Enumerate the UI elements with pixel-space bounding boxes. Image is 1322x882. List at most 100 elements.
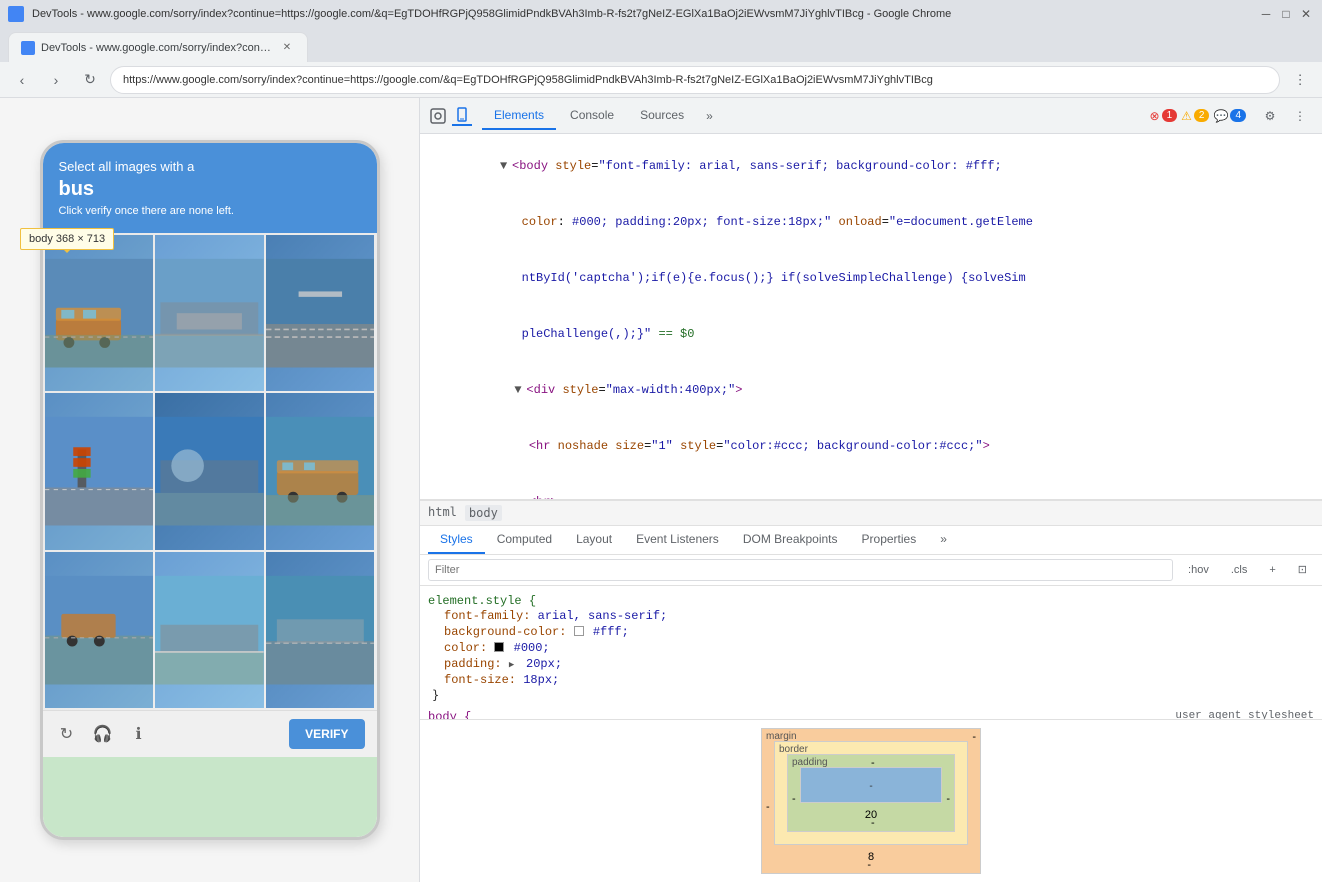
styles-layout-button[interactable]: ⊡: [1291, 560, 1314, 579]
close-button[interactable]: ✕: [1298, 6, 1314, 22]
tree-line-body-3: ntById('captcha');if(e){e.focus();} if(s…: [420, 250, 1322, 306]
tree-line-hr1[interactable]: <hr noshade size="1" style="color:#ccc; …: [420, 418, 1322, 474]
style-background-color[interactable]: background-color: #fff;: [428, 624, 1314, 640]
main-area: body 368 × 713 Select all images with a …: [0, 98, 1322, 882]
devtools-settings-button[interactable]: ⚙: [1256, 102, 1284, 130]
tree-line-body[interactable]: ▼ <body style="font-family: arial, sans-…: [420, 138, 1322, 194]
verify-button[interactable]: VERIFY: [289, 719, 364, 749]
style-font-family[interactable]: font-family: arial, sans-serif;: [428, 608, 1314, 624]
captcha-cell-2[interactable]: [155, 235, 264, 391]
html-tree[interactable]: ▼ <body style="font-family: arial, sans-…: [420, 134, 1322, 500]
bg-color-swatch[interactable]: [574, 626, 584, 636]
back-button[interactable]: ‹: [8, 66, 36, 94]
styles-tab-computed[interactable]: Computed: [485, 526, 564, 554]
error-icon: ⊗: [1150, 109, 1160, 123]
breadcrumb-bar: html body: [420, 500, 1322, 526]
styles-content: element.style { font-family: arial, sans…: [420, 586, 1322, 720]
minimize-button[interactable]: ─: [1258, 6, 1274, 22]
captcha-header: Select all images with a bus Click verif…: [43, 143, 377, 233]
tab-favicon: [21, 41, 35, 55]
info-badge-group: 💬 4: [1213, 109, 1246, 123]
padding-right-val: -: [946, 793, 950, 805]
body-style-selector: body { user agent stylesheet: [428, 710, 1314, 720]
info-icon: 💬: [1213, 109, 1228, 123]
color-swatch[interactable]: [494, 642, 504, 652]
styles-add-button[interactable]: +: [1262, 561, 1282, 579]
margin-center-value: 8: [770, 849, 972, 865]
styles-filter-input[interactable]: [428, 559, 1173, 581]
captcha-cell-7[interactable]: [45, 552, 154, 708]
tree-line-div1[interactable]: ▼ <div style="max-width:400px;">: [420, 362, 1322, 418]
devtools-menu-button[interactable]: ⋮: [1286, 102, 1314, 130]
captcha-cell-3[interactable]: [266, 235, 375, 391]
styles-tab-properties[interactable]: Properties: [850, 526, 929, 554]
captcha-description: Click verify once there are none left.: [59, 205, 361, 217]
tab-close-button[interactable]: ✕: [279, 40, 295, 56]
breadcrumb-html[interactable]: html: [428, 505, 457, 521]
styles-tab-styles[interactable]: Styles: [428, 526, 485, 554]
devtools-more-tabs[interactable]: »: [698, 103, 721, 129]
style-padding[interactable]: padding: ▶ 20px;: [428, 656, 1314, 672]
info-icon[interactable]: ℹ: [127, 722, 151, 746]
tab-console[interactable]: Console: [558, 102, 626, 130]
styles-tab-dom-breakpoints[interactable]: DOM Breakpoints: [731, 526, 850, 554]
captcha-bottom-area: [43, 757, 377, 837]
tab-sources[interactable]: Sources: [628, 102, 696, 130]
address-bar-row: ‹ › ↻ https://www.google.com/sorry/index…: [0, 62, 1322, 98]
title-bar-buttons: ─ □ ✕: [1258, 6, 1314, 22]
browser-window: DevTools - www.google.com/sorry/index?co…: [0, 0, 1322, 882]
tree-line-body-2: color: #000; padding:20px; font-size:18p…: [420, 194, 1322, 250]
tree-line-body-4[interactable]: pleChallenge(,);}"⁩ == $0: [420, 306, 1322, 362]
padding-expand[interactable]: ▶: [509, 660, 519, 670]
error-count: 1: [1162, 109, 1178, 122]
styles-tab-layout[interactable]: Layout: [564, 526, 624, 554]
browser-settings-button[interactable]: ⋮: [1286, 66, 1314, 94]
browser-favicon: [8, 6, 24, 22]
margin-bottom-val: -: [867, 859, 871, 871]
warn-badge-group: ⚠ 2: [1181, 109, 1209, 123]
reload-button[interactable]: ↻: [76, 66, 104, 94]
devtools-device-button[interactable]: [452, 106, 472, 126]
styles-tab-event-listeners[interactable]: Event Listeners: [624, 526, 731, 554]
margin-left-val: -: [766, 801, 770, 813]
devtools-badges: ⊗ 1 ⚠ 2 💬 4: [1150, 109, 1246, 123]
audio-icon[interactable]: 🎧: [91, 722, 115, 746]
styles-cls-button[interactable]: .cls: [1224, 561, 1255, 579]
element-style-rule: element.style { font-family: arial, sans…: [428, 594, 1314, 702]
error-badge-group: ⊗ 1: [1150, 109, 1178, 123]
captcha-cell-5[interactable]: [155, 393, 264, 549]
box-border: border - padding - - - -: [774, 741, 968, 845]
refresh-icon[interactable]: ↻: [55, 722, 79, 746]
devtools-inspect-button[interactable]: [428, 106, 448, 126]
info-count: 4: [1230, 109, 1246, 122]
captcha-cell-6[interactable]: [266, 393, 375, 549]
padding-bottom-val: -: [871, 817, 875, 829]
tab-elements[interactable]: Elements: [482, 102, 556, 130]
maximize-button[interactable]: □: [1278, 6, 1294, 22]
title-bar: DevTools - www.google.com/sorry/index?co…: [0, 0, 1322, 28]
styles-tab-more[interactable]: »: [928, 526, 959, 554]
captcha-cell-8[interactable]: [155, 552, 264, 708]
content-size: -: [869, 781, 872, 792]
captcha-grid: [43, 233, 377, 710]
browser-tab[interactable]: DevTools - www.google.com/sorry/index?co…: [8, 32, 308, 62]
styles-tabs: Styles Computed Layout Event Listeners D…: [420, 526, 1322, 555]
captcha-cell-9[interactable]: [266, 552, 375, 708]
captcha-subject: bus: [59, 178, 361, 201]
box-margin: margin - - - - border - padding: [761, 728, 981, 874]
style-color[interactable]: color: #000;: [428, 640, 1314, 656]
address-bar[interactable]: https://www.google.com/sorry/index?conti…: [110, 66, 1280, 94]
captcha-cell-1[interactable]: [45, 235, 154, 391]
box-content: -: [800, 767, 942, 803]
styles-hov-button[interactable]: :hov: [1181, 561, 1216, 579]
style-font-size[interactable]: font-size: 18px;: [428, 672, 1314, 688]
tree-line-br[interactable]: <br>: [420, 474, 1322, 500]
breadcrumb-body[interactable]: body: [465, 505, 502, 521]
warn-icon: ⚠: [1181, 109, 1192, 123]
style-source-label: user agent stylesheet: [1175, 710, 1314, 720]
captcha-cell-4[interactable]: [45, 393, 154, 549]
margin-right-val: -: [972, 731, 976, 743]
forward-button[interactable]: ›: [42, 66, 70, 94]
tab-bar: DevTools - www.google.com/sorry/index?co…: [0, 28, 1322, 62]
mobile-preview-panel: body 368 × 713 Select all images with a …: [0, 98, 420, 882]
